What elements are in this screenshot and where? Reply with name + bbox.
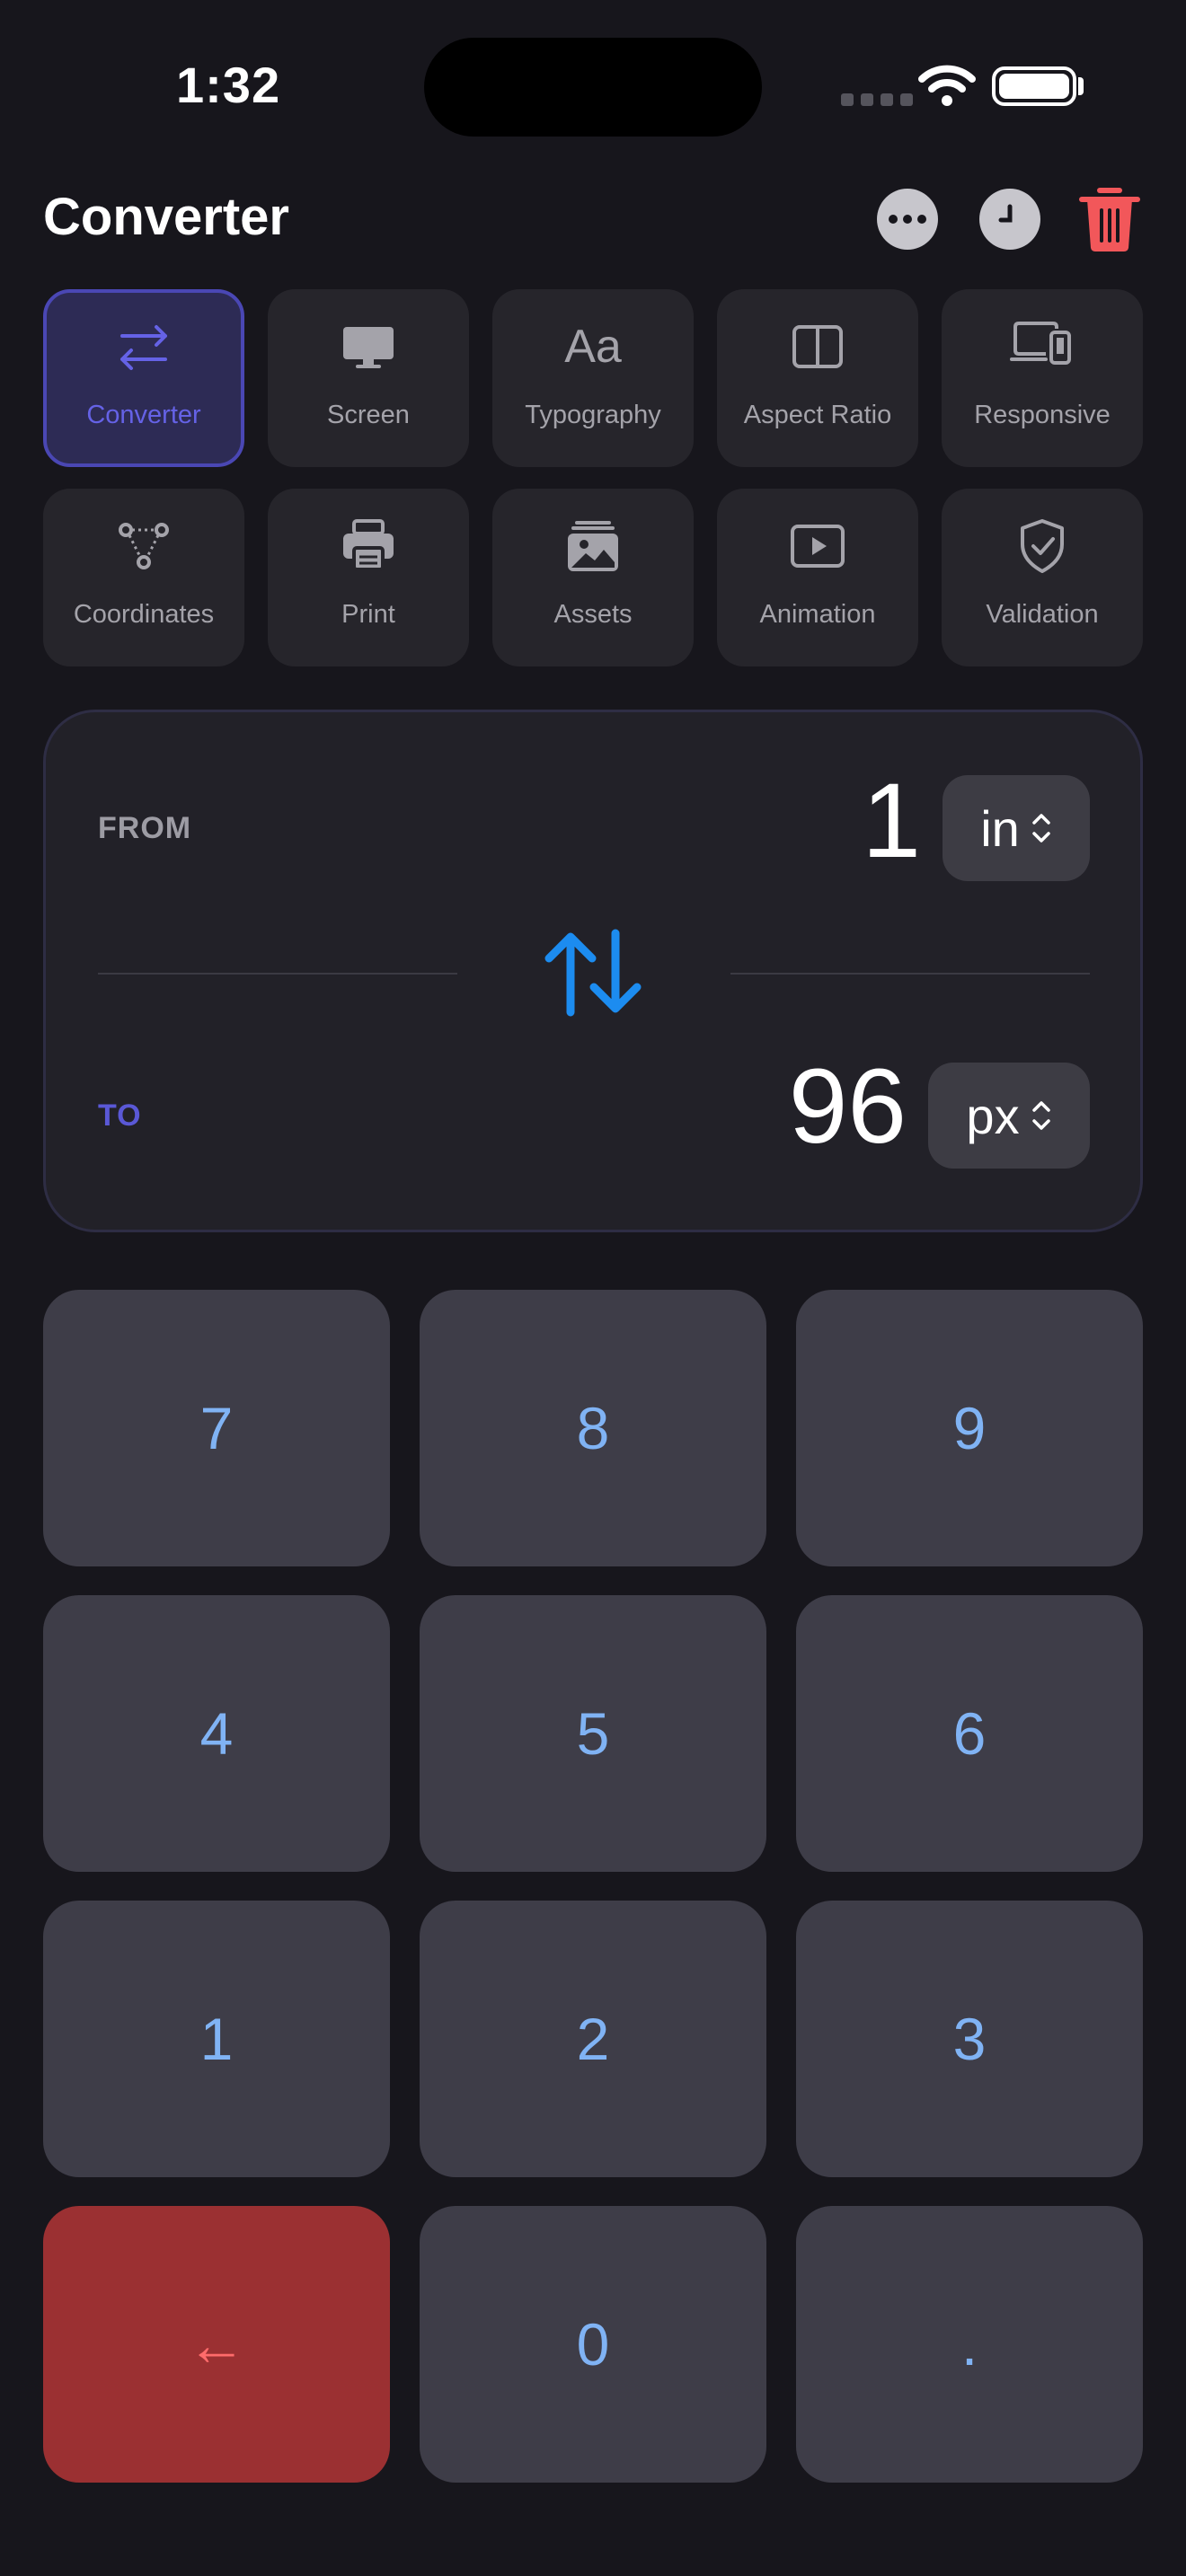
chevron-up-down-icon xyxy=(1032,814,1050,842)
ellipsis-icon xyxy=(889,215,926,224)
tool-typography[interactable]: Aa Typography xyxy=(492,289,694,467)
to-unit-selector[interactable]: px xyxy=(928,1063,1090,1169)
tool-animation[interactable]: Animation xyxy=(717,489,918,666)
tool-screen[interactable]: Screen xyxy=(268,289,469,467)
key-7[interactable]: 7 xyxy=(43,1290,390,1566)
key-0[interactable]: 0 xyxy=(420,2206,766,2483)
trash-icon[interactable] xyxy=(1076,183,1143,255)
history-button[interactable] xyxy=(979,189,1040,250)
chevron-up-down-icon xyxy=(1031,1101,1050,1130)
tool-aspect-ratio[interactable]: Aspect Ratio xyxy=(717,289,918,467)
status-time: 1:32 xyxy=(176,57,281,113)
page-title: Converter xyxy=(43,188,289,246)
monitor-icon xyxy=(336,314,401,379)
key-8[interactable]: 8 xyxy=(420,1290,766,1566)
tool-print[interactable]: Print xyxy=(268,489,469,666)
key-5[interactable]: 5 xyxy=(420,1595,766,1872)
key-9[interactable]: 9 xyxy=(796,1290,1143,1566)
shield-check-icon xyxy=(1010,514,1075,578)
key-2[interactable]: 2 xyxy=(420,1901,766,2177)
cellular-signal-icon xyxy=(841,93,913,106)
from-label: FROM xyxy=(98,811,192,845)
to-label: TO xyxy=(98,1098,142,1133)
app-screen: 1:32 Converter Converter Screen Aa Typog… xyxy=(0,0,1186,2576)
clock-icon xyxy=(998,204,1013,223)
battery-icon xyxy=(992,66,1076,106)
divider-left xyxy=(98,973,457,975)
divider-right xyxy=(730,973,1090,975)
photo-stack-icon xyxy=(561,514,625,578)
swap-units-icon[interactable] xyxy=(540,928,646,1018)
tool-responsive[interactable]: Responsive xyxy=(942,289,1143,467)
printer-icon xyxy=(336,514,401,578)
wifi-icon xyxy=(918,65,976,106)
play-icon xyxy=(785,514,850,578)
from-value[interactable]: 1 xyxy=(862,768,921,874)
key-6[interactable]: 6 xyxy=(796,1595,1143,1872)
dynamic-island xyxy=(424,38,762,137)
from-unit-label: in xyxy=(980,799,1020,857)
arrows-left-right-icon xyxy=(111,314,176,379)
battery-tip xyxy=(1078,77,1084,95)
devices-icon xyxy=(1010,314,1075,379)
tool-coordinates[interactable]: Coordinates xyxy=(43,489,244,666)
key-3[interactable]: 3 xyxy=(796,1901,1143,2177)
converter-card: FROM 1 in TO 96 px xyxy=(43,710,1143,1232)
typography-icon: Aa xyxy=(564,321,622,373)
from-unit-selector[interactable]: in xyxy=(943,775,1090,881)
tool-assets[interactable]: Assets xyxy=(492,489,694,666)
tool-validation[interactable]: Validation xyxy=(942,489,1143,666)
to-unit-label: px xyxy=(966,1087,1020,1144)
backspace-button[interactable]: ← xyxy=(43,2206,390,2483)
to-value: 96 xyxy=(788,1047,907,1166)
coordinates-icon xyxy=(111,514,176,578)
key-1[interactable]: 1 xyxy=(43,1901,390,2177)
more-button[interactable] xyxy=(877,189,938,250)
tool-grid: Converter Screen Aa Typography Aspect Ra… xyxy=(43,289,1143,666)
aspect-ratio-icon xyxy=(785,314,850,379)
tool-converter[interactable]: Converter xyxy=(43,289,244,467)
keypad: 7 8 9 4 5 6 1 2 3 ← 0 . xyxy=(43,1290,1143,2483)
key-decimal[interactable]: . xyxy=(796,2206,1143,2483)
key-4[interactable]: 4 xyxy=(43,1595,390,1872)
